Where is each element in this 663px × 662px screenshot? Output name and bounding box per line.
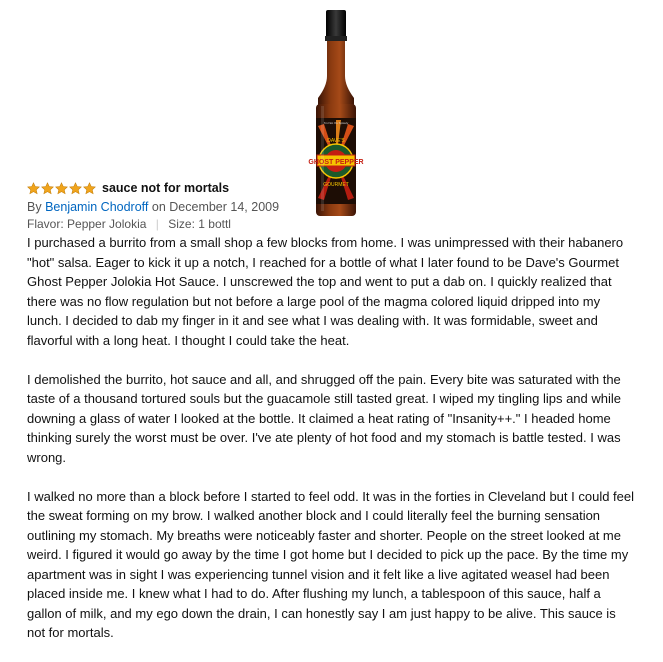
review-title[interactable]: sauce not for mortals	[102, 181, 229, 195]
review-paragraph: I walked no more than a block before I s…	[27, 488, 635, 641]
rating-row: sauce not for mortals	[27, 180, 327, 196]
size-label: Size:	[168, 217, 195, 231]
review-date: December 14, 2009	[169, 200, 280, 214]
label-brand-text: DAVE'S	[327, 138, 345, 144]
review-header: sauce not for mortals By Benjamin Chodro…	[27, 180, 327, 233]
flavor-label: Flavor:	[27, 217, 64, 231]
date-prefix: on	[151, 200, 166, 214]
by-prefix: By	[27, 200, 42, 214]
review-paragraph: I purchased a burrito from a small shop …	[27, 235, 624, 348]
star-icon	[69, 181, 82, 194]
star-icon	[55, 181, 68, 194]
label-name-text: GHOST PEPPER	[308, 159, 363, 166]
label-top-text: I'm Not It's Spicely	[324, 121, 349, 125]
star-icon	[41, 181, 54, 194]
label-bottom-text: GOURMET	[323, 182, 349, 188]
review-body: I purchased a burrito from a small shop …	[27, 233, 637, 662]
star-icon	[83, 181, 96, 194]
flavor-value: Pepper Jolokia	[67, 217, 147, 231]
star-icon	[27, 181, 40, 194]
star-rating	[27, 181, 96, 195]
byline: By Benjamin Chodroff on December 14, 200…	[27, 199, 327, 216]
variant-info: Flavor: Pepper Jolokia | Size: 1 bottl	[27, 216, 327, 233]
author-link[interactable]: Benjamin Chodroff	[45, 200, 148, 214]
meta-divider: |	[155, 217, 159, 231]
size-value: 1 bottl	[198, 217, 231, 231]
review-paragraph: I demolished the burrito, hot sauce and …	[27, 371, 622, 465]
